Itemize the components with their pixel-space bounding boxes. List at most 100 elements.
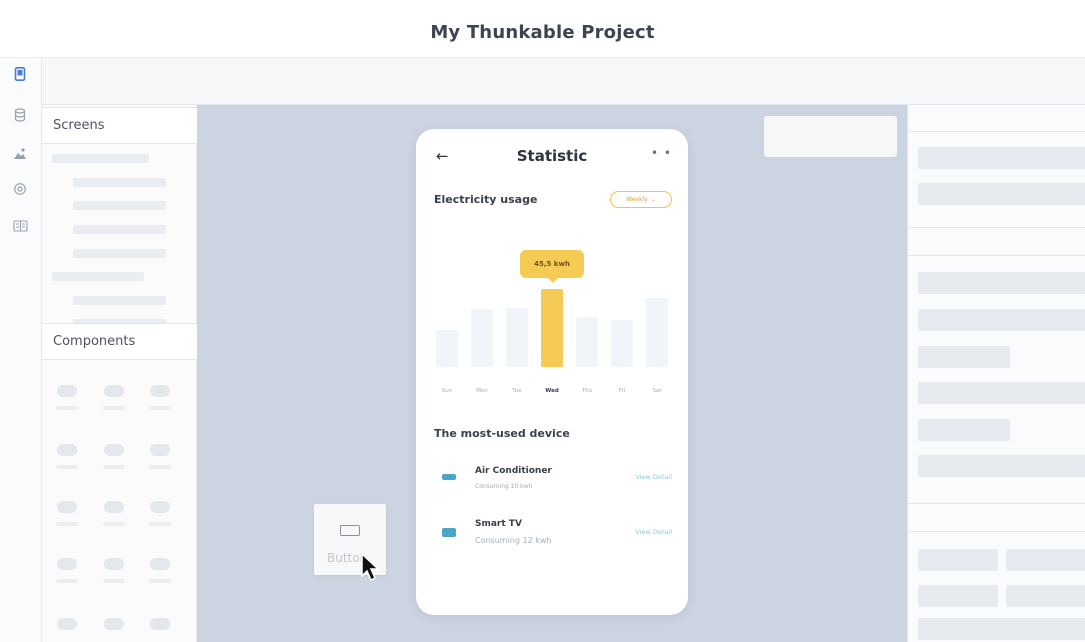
properties-panel [907,105,1085,642]
device-consumption: Consuming 10 kwh [475,483,533,490]
button-component-icon [340,525,360,536]
design-canvas[interactable]: ← Statistic • • Electricity usage Weekly… [197,105,907,642]
image-assets-icon[interactable] [10,143,30,163]
device-row[interactable]: Smart TV Consuming 12 kwh View Detail [416,514,688,554]
most-used-heading: The most-used device [434,427,570,440]
component-tile[interactable] [57,385,77,397]
component-label [103,406,125,410]
screen-item[interactable] [73,201,166,210]
component-label [149,465,171,469]
usage-bar[interactable] [436,330,458,367]
title-bar: My Thunkable Project [0,0,1085,58]
phone-icon[interactable] [10,64,30,84]
property-field[interactable] [918,309,1085,331]
project-title: My Thunkable Project [430,22,655,43]
component-tile[interactable] [104,385,124,397]
screens-header[interactable]: Screens [42,107,197,144]
component-label [103,522,125,526]
component-tile[interactable] [57,501,77,513]
day-label: Fri [618,388,626,394]
screen-item[interactable] [52,272,144,281]
usage-heading: Electricity usage [434,193,538,206]
more-icon[interactable]: • • [651,146,672,160]
device-name: Smart TV [475,519,522,529]
tv-icon [442,528,456,537]
component-tile[interactable] [57,444,77,456]
property-field[interactable] [918,549,998,571]
component-tile[interactable] [104,618,124,630]
component-tile[interactable] [150,501,170,513]
divider [908,531,1085,532]
component-tile[interactable] [104,558,124,570]
property-field[interactable] [918,382,1085,404]
property-field[interactable] [918,419,1010,441]
device-row[interactable]: Air Conditioner Consuming 10 kwh View De… [416,462,688,502]
component-label [149,522,171,526]
component-tile[interactable] [150,385,170,397]
property-field[interactable] [918,147,1085,169]
property-field[interactable] [918,455,1085,477]
component-label [56,579,78,583]
screen-item[interactable] [52,154,149,163]
component-label [103,465,125,469]
view-detail-link[interactable]: View Detail [635,473,672,481]
usage-bar[interactable] [541,289,563,367]
property-field[interactable] [918,585,998,607]
screen-item[interactable] [73,178,166,187]
chevron-down-icon: ⌄ [650,196,656,203]
component-label [56,406,78,410]
component-label [103,579,125,583]
screen-item[interactable] [73,249,166,258]
day-label: Sun [441,388,453,394]
day-label: Mon [476,388,488,394]
property-field[interactable] [918,346,1010,368]
property-field[interactable] [918,618,1085,640]
day-label: Thu [581,388,593,394]
canvas-card [764,116,897,157]
period-value: Weekly [626,196,648,203]
screen-item[interactable] [73,225,166,234]
component-tile[interactable] [150,444,170,456]
usage-bar[interactable] [611,320,633,367]
component-label [56,522,78,526]
icon-rail [0,58,42,642]
device-consumption: Consuming 12 kwh [475,536,552,545]
air-conditioner-icon [442,474,456,480]
left-panel: Screens Components [42,105,197,642]
divider [908,227,1085,228]
divider [908,503,1085,504]
components-header[interactable]: Components [42,323,197,360]
component-tile[interactable] [57,618,77,630]
property-field[interactable] [1006,585,1085,607]
book-icon[interactable] [10,216,30,236]
usage-bar[interactable] [576,317,598,367]
screen-item[interactable] [73,296,166,305]
property-field[interactable] [1006,549,1085,571]
screen-title: Statistic [516,147,588,165]
divider [908,131,1085,132]
phone-preview[interactable]: ← Statistic • • Electricity usage Weekly… [416,129,688,615]
toolbar [42,58,1085,105]
component-tile[interactable] [104,444,124,456]
property-field[interactable] [918,272,1085,294]
day-label: Tue [512,388,522,394]
usage-bar[interactable] [506,308,528,367]
settings-gear-icon[interactable] [10,179,30,199]
mouse-cursor-icon [361,552,380,582]
component-tile[interactable] [150,558,170,570]
day-label: Sat [652,388,662,394]
component-label [149,579,171,583]
usage-bar[interactable] [471,309,493,367]
database-icon[interactable] [10,105,30,125]
view-detail-link[interactable]: View Detail [635,528,672,536]
divider [908,255,1085,256]
property-field[interactable] [918,183,1085,205]
component-tile[interactable] [104,501,124,513]
component-tile[interactable] [57,558,77,570]
period-dropdown[interactable]: Weekly ⌄ [610,191,672,208]
value-tooltip: 45,5 kwh [520,250,584,283]
day-label: Wed [545,388,559,394]
usage-bar[interactable] [646,298,668,367]
component-label [56,465,78,469]
component-tile[interactable] [150,618,170,630]
